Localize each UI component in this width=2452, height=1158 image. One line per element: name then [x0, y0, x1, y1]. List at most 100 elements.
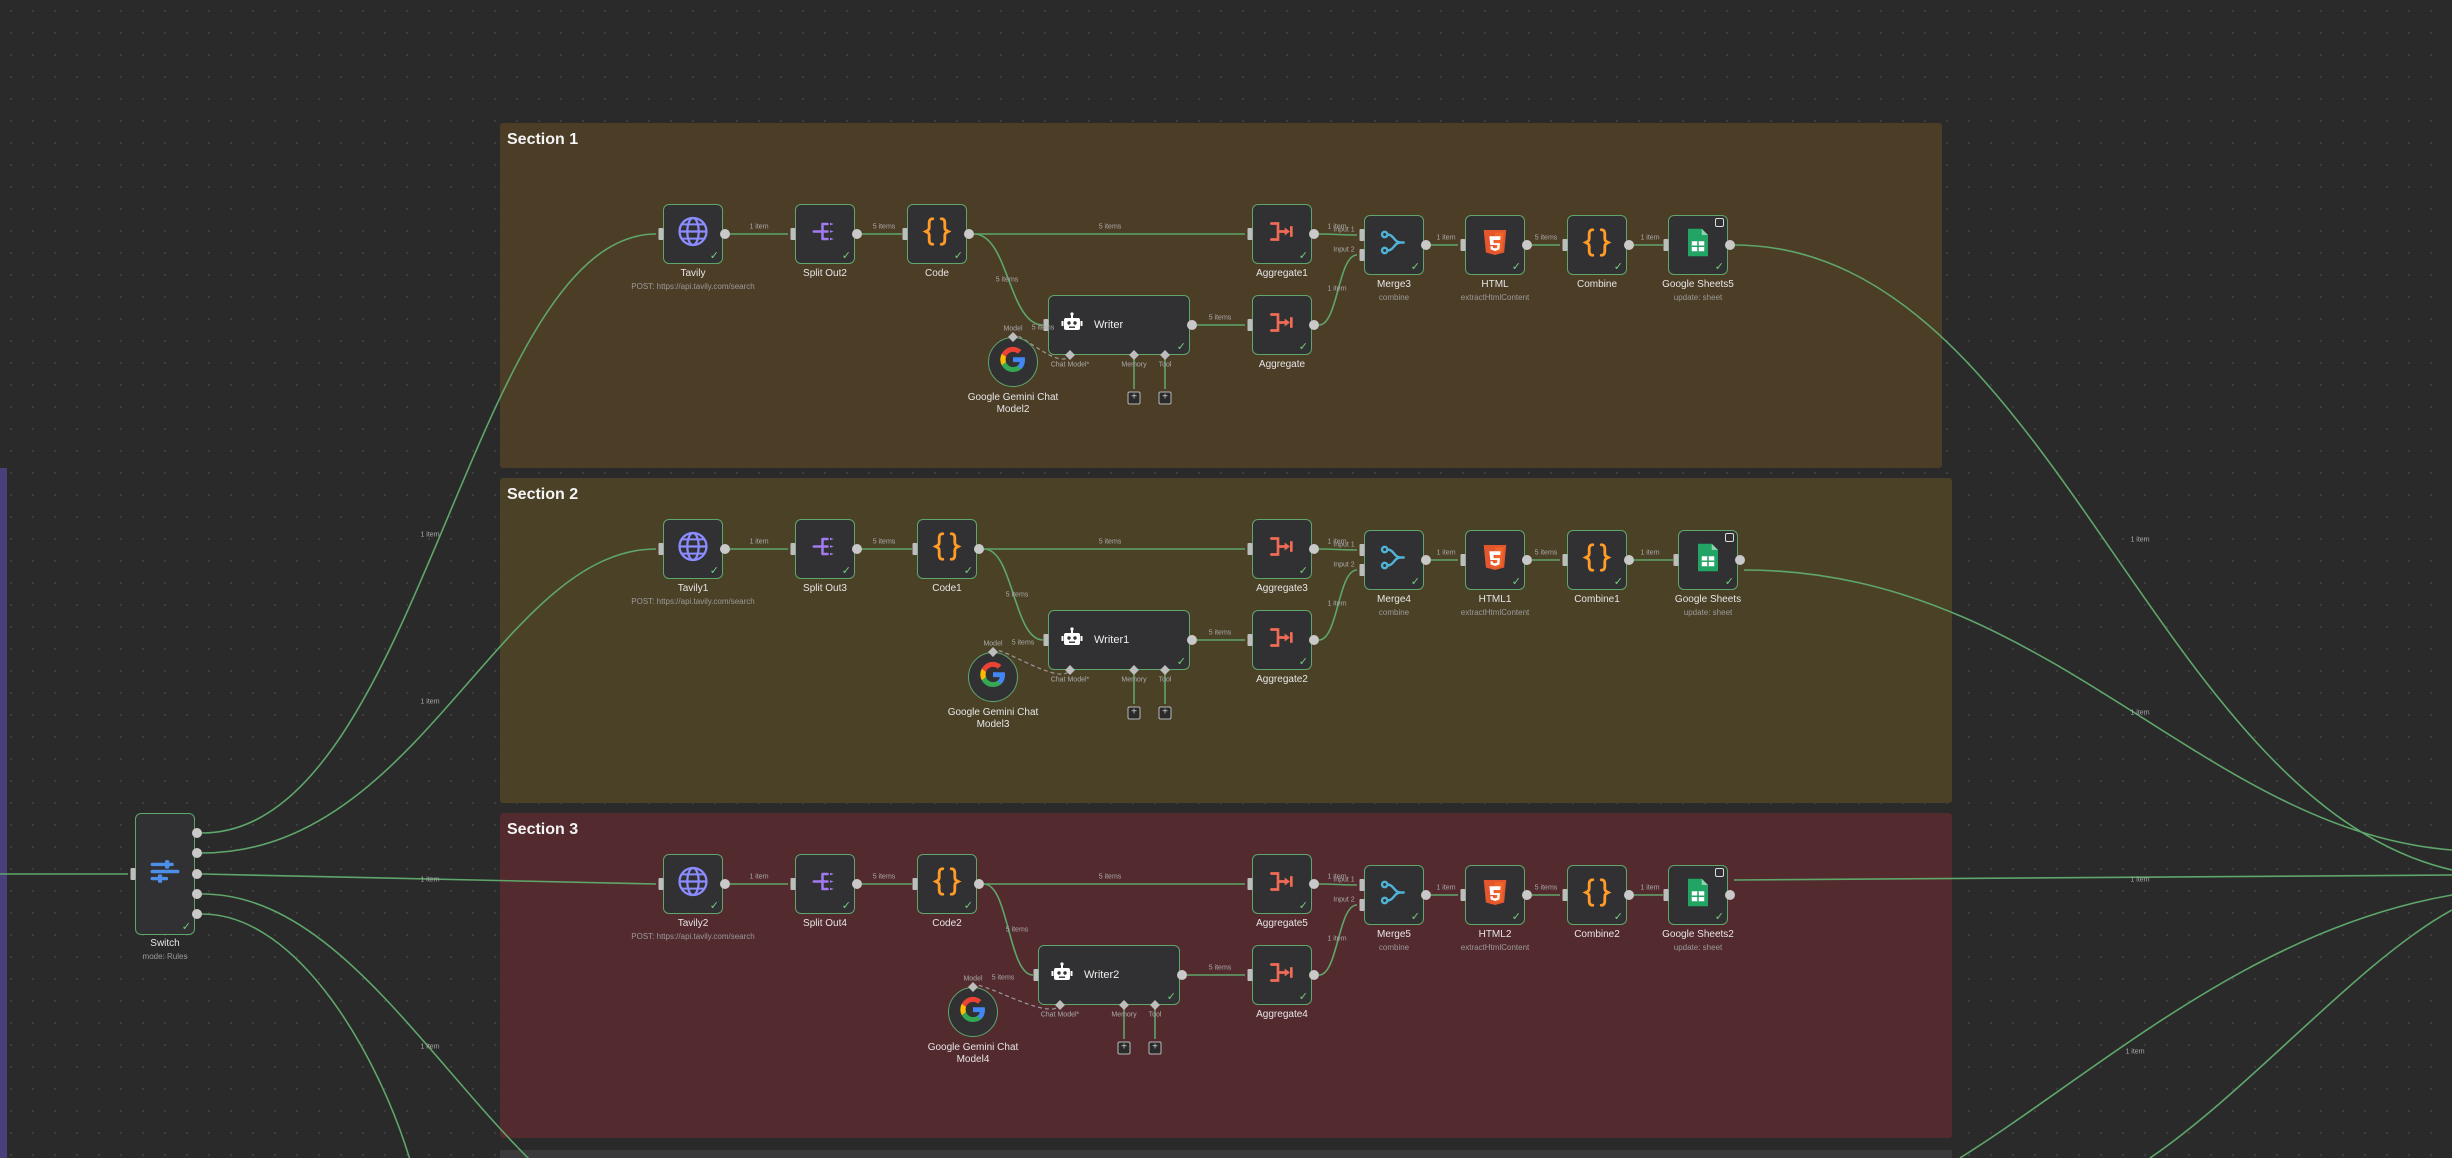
tavily-node[interactable]: ✓: [663, 204, 723, 264]
split-output-port[interactable]: [852, 879, 862, 889]
combine-input-port[interactable]: [1562, 889, 1568, 901]
code-output-port[interactable]: [964, 229, 974, 239]
merge-input-2-port[interactable]: [1359, 564, 1365, 576]
tavily-output-port[interactable]: [720, 879, 730, 889]
split-output-port[interactable]: [852, 544, 862, 554]
code-node[interactable]: ✓: [917, 854, 977, 914]
add-memory-button[interactable]: +: [1127, 391, 1141, 405]
switch-output-port-1[interactable]: [192, 828, 202, 838]
sheets-output-port[interactable]: [1735, 555, 1745, 565]
tavily-node[interactable]: ✓: [663, 854, 723, 914]
tavily-input-port[interactable]: [658, 543, 664, 555]
tavily-output-port[interactable]: [720, 544, 730, 554]
merge-input-1-port[interactable]: [1359, 544, 1365, 556]
code-output-port[interactable]: [974, 544, 984, 554]
aggregate-top-input-port[interactable]: [1247, 878, 1253, 890]
switch-input-port[interactable]: [130, 868, 136, 880]
sheets-input-port[interactable]: [1663, 239, 1669, 251]
expand-icon[interactable]: [1725, 533, 1734, 542]
combine-output-port[interactable]: [1624, 240, 1634, 250]
writer-output-port[interactable]: [1187, 635, 1197, 645]
html-output-port[interactable]: [1522, 890, 1532, 900]
writer-agent-node[interactable]: ✓ Writer: [1048, 295, 1190, 355]
aggregate-bottom-output-port[interactable]: [1309, 635, 1319, 645]
combine-output-port[interactable]: [1624, 555, 1634, 565]
gemini-chat-model-node[interactable]: [968, 652, 1018, 702]
html-input-port[interactable]: [1460, 554, 1466, 566]
html-input-port[interactable]: [1460, 239, 1466, 251]
code-input-port[interactable]: [902, 228, 908, 240]
split-output-port[interactable]: [852, 229, 862, 239]
aggregate-top-input-port[interactable]: [1247, 228, 1253, 240]
writer-agent-node[interactable]: ✓ Writer2: [1038, 945, 1180, 1005]
split-out-node[interactable]: ✓: [795, 519, 855, 579]
connection-switch-output-4[interactable]: [201, 893, 530, 1158]
merge-input-2-port[interactable]: [1359, 899, 1365, 911]
aggregate-top-output-port[interactable]: [1309, 229, 1319, 239]
google-sheets-node[interactable]: ✓: [1678, 530, 1738, 590]
merge-input-2-port[interactable]: [1359, 249, 1365, 261]
aggregate-top-output-port[interactable]: [1309, 544, 1319, 554]
connection-aggregate-top-merge[interactable]: [1318, 548, 1358, 551]
aggregate-bottom-node[interactable]: ✓: [1252, 610, 1312, 670]
merge-node[interactable]: ✓: [1364, 530, 1424, 590]
aggregate-bottom-input-port[interactable]: [1247, 634, 1253, 646]
html-node[interactable]: ✓: [1465, 530, 1525, 590]
merge-node[interactable]: ✓: [1364, 865, 1424, 925]
tavily-input-port[interactable]: [658, 878, 664, 890]
html-node[interactable]: ✓: [1465, 215, 1525, 275]
sheets-input-port[interactable]: [1663, 889, 1669, 901]
aggregate-top-node[interactable]: ✓: [1252, 204, 1312, 264]
sheets-input-port[interactable]: [1673, 554, 1679, 566]
switch-output-port-4[interactable]: [192, 889, 202, 899]
split-input-port[interactable]: [790, 228, 796, 240]
aggregate-bottom-output-port[interactable]: [1309, 970, 1319, 980]
tavily-node[interactable]: ✓: [663, 519, 723, 579]
sheets-output-port[interactable]: [1725, 890, 1735, 900]
add-tool-button[interactable]: +: [1158, 391, 1172, 405]
switch-output-port-5[interactable]: [192, 909, 202, 919]
code-output-port[interactable]: [974, 879, 984, 889]
code-node[interactable]: ✓: [917, 519, 977, 579]
combine-input-port[interactable]: [1562, 554, 1568, 566]
aggregate-bottom-node[interactable]: ✓: [1252, 295, 1312, 355]
aggregate-bottom-input-port[interactable]: [1247, 969, 1253, 981]
merge-input-1-port[interactable]: [1359, 879, 1365, 891]
html-output-port[interactable]: [1522, 555, 1532, 565]
html-output-port[interactable]: [1522, 240, 1532, 250]
merge-node[interactable]: ✓: [1364, 215, 1424, 275]
aggregate-top-node[interactable]: ✓: [1252, 519, 1312, 579]
writer-input-port[interactable]: [1033, 969, 1039, 981]
combine-node[interactable]: ✓: [1567, 530, 1627, 590]
tavily-input-port[interactable]: [658, 228, 664, 240]
gemini-chat-model-node[interactable]: [988, 337, 1038, 387]
switch-output-port-3[interactable]: [192, 869, 202, 879]
gemini-chat-model-node[interactable]: [948, 987, 998, 1037]
connection-incoming-lower-2[interactable]: [2149, 909, 2452, 1158]
writer-output-port[interactable]: [1177, 970, 1187, 980]
combine-node[interactable]: ✓: [1567, 215, 1627, 275]
connection-sheets-out[interactable]: [1743, 569, 2452, 851]
combine-node[interactable]: ✓: [1567, 865, 1627, 925]
aggregate-top-output-port[interactable]: [1309, 879, 1319, 889]
aggregate-bottom-input-port[interactable]: [1247, 319, 1253, 331]
switch-node[interactable]: ✓: [135, 813, 195, 935]
writer-input-port[interactable]: [1043, 634, 1049, 646]
split-input-port[interactable]: [790, 543, 796, 555]
add-memory-button[interactable]: +: [1127, 706, 1141, 720]
connection-aggregate-top-merge[interactable]: [1318, 233, 1358, 236]
writer-output-port[interactable]: [1187, 320, 1197, 330]
combine-output-port[interactable]: [1624, 890, 1634, 900]
split-out-node[interactable]: ✓: [795, 204, 855, 264]
code-input-port[interactable]: [912, 878, 918, 890]
code-node[interactable]: ✓: [907, 204, 967, 264]
html-node[interactable]: ✓: [1465, 865, 1525, 925]
add-memory-button[interactable]: +: [1117, 1041, 1131, 1055]
aggregate-bottom-node[interactable]: ✓: [1252, 945, 1312, 1005]
connection-sheets2-out[interactable]: [1733, 874, 2452, 881]
combine-input-port[interactable]: [1562, 239, 1568, 251]
writer-agent-node[interactable]: ✓ Writer1: [1048, 610, 1190, 670]
sheets-output-port[interactable]: [1725, 240, 1735, 250]
google-sheets-node[interactable]: ✓: [1668, 215, 1728, 275]
expand-icon[interactable]: [1715, 868, 1724, 877]
